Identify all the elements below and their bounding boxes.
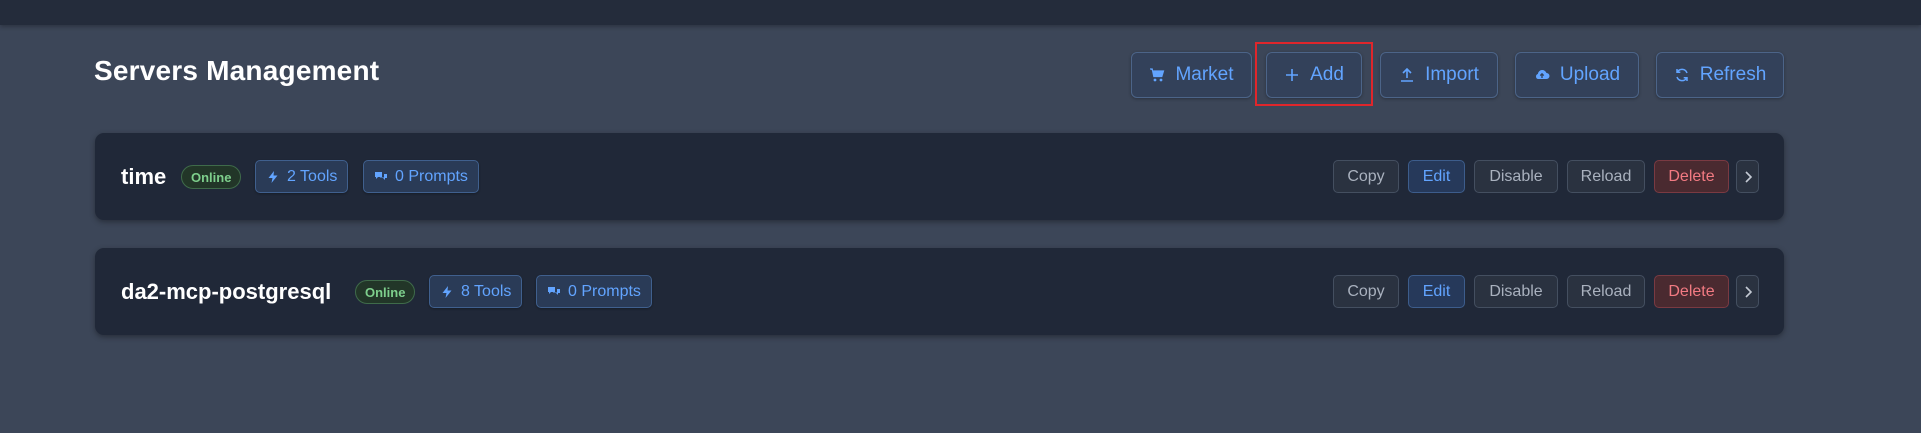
- reload-button[interactable]: Reload: [1567, 160, 1645, 193]
- copy-button[interactable]: Copy: [1333, 160, 1399, 193]
- top-navbar: [0, 0, 1921, 25]
- edit-button[interactable]: Edit: [1408, 275, 1465, 308]
- cart-icon: [1150, 68, 1165, 82]
- server-name: da2-mcp-postgresql: [121, 278, 332, 304]
- copy-button[interactable]: Copy: [1333, 275, 1399, 308]
- expand-button[interactable]: [1736, 275, 1759, 308]
- refresh-button-label: Refresh: [1699, 64, 1767, 85]
- upload-button-label: Upload: [1559, 64, 1621, 85]
- chevron-right-icon: [1744, 285, 1752, 298]
- tools-count-pill[interactable]: 8 Tools: [429, 275, 523, 308]
- market-button[interactable]: Market: [1131, 52, 1252, 98]
- plus-icon: [1286, 69, 1299, 81]
- tools-count-label: 2 Tools: [287, 167, 338, 185]
- lightning-icon: [442, 285, 452, 298]
- status-badge: Online: [355, 280, 416, 304]
- chat-bubbles-icon: [375, 171, 387, 180]
- disable-button[interactable]: Disable: [1474, 275, 1558, 308]
- prompts-count-pill[interactable]: 0 Prompts: [363, 160, 479, 193]
- import-button-label: Import: [1425, 64, 1479, 85]
- server-name: time: [121, 163, 167, 189]
- disable-button[interactable]: Disable: [1474, 160, 1558, 193]
- reload-button[interactable]: Reload: [1567, 275, 1645, 308]
- prompts-count-label: 0 Prompts: [568, 282, 641, 300]
- server-card[interactable]: time Online 2 Tools 0 Prompts Copy Edit …: [95, 133, 1784, 220]
- upload-button[interactable]: Upload: [1515, 52, 1639, 98]
- refresh-icon: [1675, 68, 1688, 82]
- page-title: Servers Management: [94, 55, 380, 86]
- tools-count-pill[interactable]: 2 Tools: [255, 160, 349, 193]
- expand-button[interactable]: [1736, 160, 1759, 193]
- prompts-count-pill[interactable]: 0 Prompts: [536, 275, 652, 308]
- server-card[interactable]: da2-mcp-postgresql Online 8 Tools 0 Prom…: [95, 248, 1784, 335]
- delete-button[interactable]: Delete: [1654, 160, 1729, 193]
- refresh-button[interactable]: Refresh: [1656, 52, 1784, 98]
- chat-bubbles-icon: [548, 286, 560, 295]
- delete-button[interactable]: Delete: [1654, 275, 1729, 308]
- prompts-count-label: 0 Prompts: [395, 167, 468, 185]
- cloud-upload-icon: [1535, 70, 1550, 79]
- import-button[interactable]: Import: [1380, 52, 1498, 98]
- chevron-right-icon: [1744, 170, 1752, 183]
- status-badge: Online: [181, 165, 242, 189]
- upload-arrow-icon: [1401, 67, 1414, 82]
- add-button[interactable]: Add: [1266, 52, 1362, 98]
- add-button-label: Add: [1310, 64, 1344, 85]
- market-button-label: Market: [1175, 64, 1234, 85]
- lightning-icon: [268, 170, 278, 183]
- tools-count-label: 8 Tools: [461, 282, 512, 300]
- edit-button[interactable]: Edit: [1408, 160, 1465, 193]
